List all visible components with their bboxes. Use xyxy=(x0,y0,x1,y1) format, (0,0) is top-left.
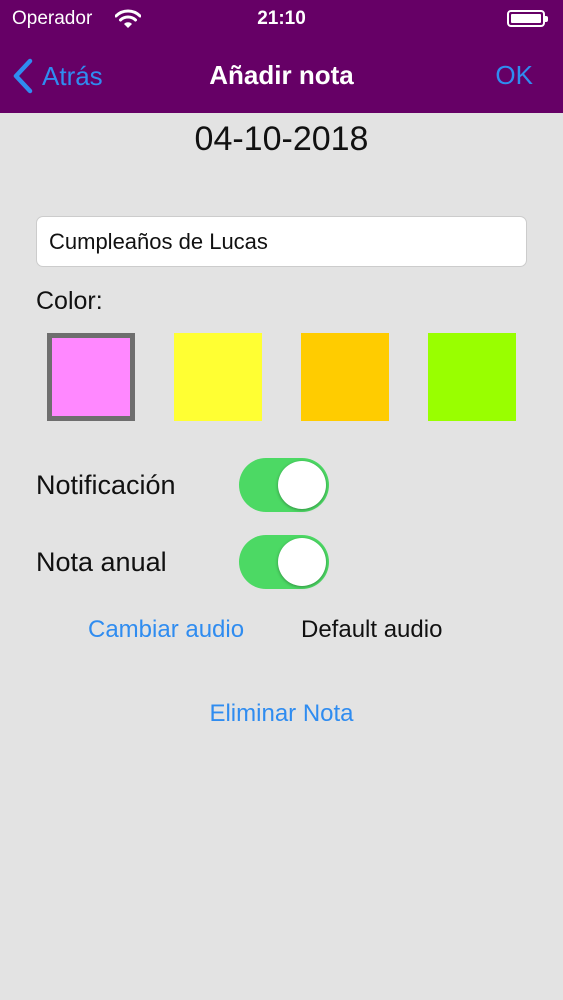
color-swatch-yellow[interactable] xyxy=(174,333,262,421)
battery-cap xyxy=(545,16,548,22)
toggle-knob xyxy=(278,461,326,509)
annual-note-label: Nota anual xyxy=(36,547,167,577)
color-label: Color: xyxy=(36,287,103,315)
change-audio-button[interactable]: Cambiar audio xyxy=(88,616,244,644)
color-swatch-orange[interactable] xyxy=(301,333,389,421)
battery-icon xyxy=(507,10,548,27)
navigation-bar: Atrás Añadir nota OK xyxy=(0,38,563,113)
delete-note-button[interactable]: Eliminar Nota xyxy=(0,700,563,728)
notification-toggle[interactable] xyxy=(239,458,329,512)
color-swatch-pink[interactable] xyxy=(47,333,135,421)
battery-level xyxy=(511,14,541,23)
top-bar: Operador 21:10 Atrás Añadir nota OK xyxy=(0,0,563,113)
color-swatch-green[interactable] xyxy=(428,333,516,421)
status-bar: Operador 21:10 xyxy=(0,0,563,38)
ok-button[interactable]: OK xyxy=(495,60,533,91)
note-name-input[interactable] xyxy=(36,216,527,267)
note-date[interactable]: 04-10-2018 xyxy=(0,120,563,159)
page-title: Añadir nota xyxy=(209,60,354,90)
annual-note-toggle[interactable] xyxy=(239,535,329,589)
current-audio-name: Default audio xyxy=(301,616,443,643)
toggle-knob xyxy=(278,538,326,586)
notification-label: Notificación xyxy=(36,470,176,500)
status-time: 21:10 xyxy=(257,8,306,29)
